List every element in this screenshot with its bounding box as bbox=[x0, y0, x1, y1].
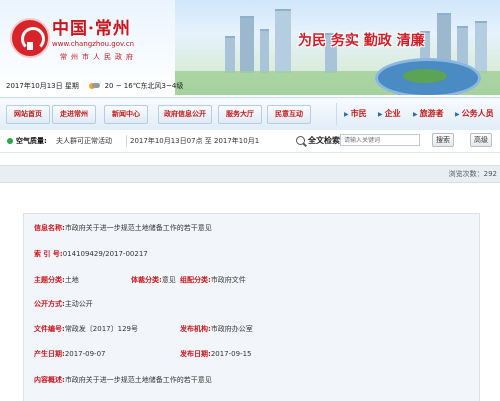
nav-home[interactable]: 网站首页 bbox=[6, 105, 50, 124]
nav-news[interactable]: 新闻中心 bbox=[104, 105, 148, 124]
info-name-row: 信息名称:市政府关于进一步规范土地储备工作的若干意见 bbox=[34, 224, 212, 232]
article-meta: 信息名称:市政府关于进一步规范土地储备工作的若干意见 索 引 号:0141094… bbox=[23, 213, 480, 401]
site-header: 中国·常州 www.changzhou.gov.cn 常州市人民政府 为民 务实… bbox=[0, 0, 500, 95]
arrow-icon: ▶ bbox=[378, 111, 383, 118]
site-url: www.changzhou.gov.cn bbox=[52, 40, 135, 48]
info-bar: 空气质量: 夫人群可正常活动 2017年10月13日07点 至 2017年10月… bbox=[0, 130, 500, 153]
slogan: 为民 务实 勤政 清廉 bbox=[298, 33, 425, 49]
site-subtitle: 常州市人民政府 bbox=[60, 53, 137, 61]
nav-about[interactable]: 走进常州 bbox=[52, 105, 96, 124]
forecast-ticker[interactable]: 2017年10月13日07点 至 2017年10月1 bbox=[130, 136, 270, 146]
main-nav: 网站首页 走进常州 新闻中心 政府信息公开 服务大厅 民意互动 ▶ 市民 ▶ 企业 … bbox=[0, 97, 500, 131]
nav-divider bbox=[336, 103, 337, 125]
mode-row: 公开方式:主动公开 bbox=[34, 300, 93, 308]
nav-interaction[interactable]: 民意互动 bbox=[267, 105, 311, 124]
nav-civil-servant[interactable]: ▶ 公务人员 bbox=[455, 105, 494, 122]
air-quality-notice: 夫人群可正常活动 bbox=[56, 137, 112, 145]
search-label: 全文检索: bbox=[308, 136, 344, 145]
arrow-icon: ▶ bbox=[344, 111, 349, 118]
topic-row: 主题分类:土地 bbox=[34, 276, 79, 284]
created-date-row: 产生日期:2017-09-07 bbox=[34, 350, 106, 358]
nav-services[interactable]: 服务大厅 bbox=[218, 105, 262, 124]
issuer-row: 发布机构:市政府办公室 bbox=[180, 325, 253, 333]
nav-enterprise[interactable]: ▶ 企业 bbox=[378, 105, 401, 122]
search-input[interactable] bbox=[340, 134, 420, 146]
air-quality-icon bbox=[7, 138, 13, 144]
nav-gov-info[interactable]: 政府信息公开 bbox=[158, 105, 212, 124]
nav-citizen[interactable]: ▶ 市民 bbox=[344, 105, 367, 122]
advanced-search-button[interactable]: 高级 bbox=[470, 133, 492, 147]
index-row: 索 引 号:014109429/2017-00217 bbox=[34, 250, 148, 258]
date-weather: 2017年10月13日 星期 20 ~ 16℃东北风3~4级 bbox=[6, 81, 183, 91]
view-count-bar: 浏览次数：292 bbox=[0, 165, 500, 183]
summary-row: 内容概述:市政府关于进一步规范土地储备工作的若干意见 bbox=[34, 376, 212, 384]
arrow-icon: ▶ bbox=[455, 111, 460, 118]
arrow-icon: ▶ bbox=[413, 111, 418, 118]
weather-text: 20 ~ 16℃东北风3~4级 bbox=[104, 82, 184, 90]
search-button[interactable]: 搜索 bbox=[432, 133, 454, 147]
cloud-icon bbox=[92, 83, 101, 88]
genre-row: 体裁分类:意见 bbox=[131, 276, 176, 284]
search-icon bbox=[296, 136, 305, 145]
air-quality: 空气质量: bbox=[16, 137, 47, 145]
site-title[interactable]: 中国·常州 bbox=[52, 14, 131, 39]
view-count: 浏览次数：292 bbox=[448, 170, 497, 178]
nav-tourist[interactable]: ▶ 旅游者 bbox=[413, 105, 444, 122]
published-date-row: 发布日期:2017-09-15 bbox=[180, 350, 252, 358]
org-row: 组配分类:市政府文件 bbox=[180, 276, 246, 284]
docno-row: 文件编号:常政发〔2017〕129号 bbox=[34, 325, 138, 333]
logo-emblem-icon[interactable] bbox=[10, 18, 50, 58]
current-date: 2017年10月13日 星期 bbox=[6, 82, 79, 90]
